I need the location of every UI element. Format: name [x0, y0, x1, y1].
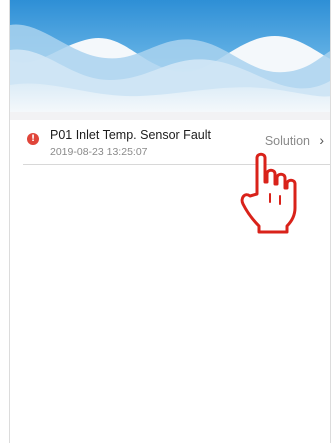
fault-timestamp: 2019-08-23 13:25:07: [50, 146, 148, 158]
fault-title: P01 Inlet Temp. Sensor Fault: [50, 128, 211, 142]
solution-link[interactable]: Solution: [265, 134, 310, 148]
wave-header-graphic: [10, 0, 330, 112]
exclamation-circle-icon: !: [27, 133, 39, 145]
hand-pointer-icon: [240, 152, 297, 234]
chevron-right-icon: ›: [319, 132, 324, 148]
section-gap: [10, 112, 330, 120]
